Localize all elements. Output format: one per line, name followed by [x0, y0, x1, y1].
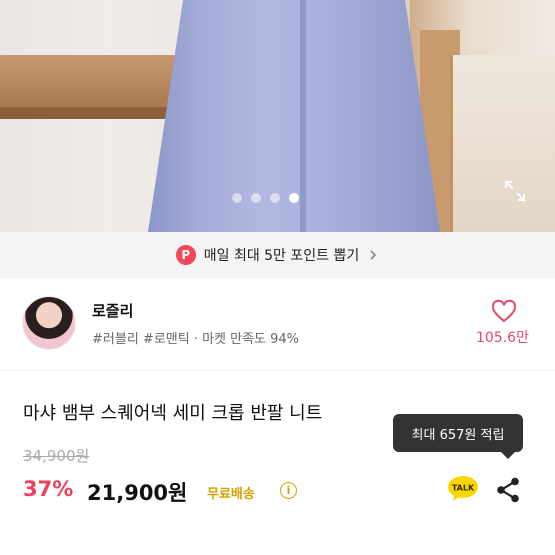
discount-rate: 37%	[23, 477, 74, 501]
photo-garment-placket	[300, 0, 306, 232]
share-icon[interactable]	[496, 477, 520, 503]
like-count: 105.6만	[476, 330, 529, 346]
photo-shelf	[0, 55, 175, 107]
seller-avatar[interactable]	[22, 296, 76, 350]
original-price: 34,900원	[23, 447, 90, 465]
seller-section: 로즐리 #러블리 #로맨틱 · 마켓 만족도 94% 105.6만	[0, 278, 555, 370]
product-image[interactable]	[0, 0, 555, 232]
image-pagination	[232, 193, 299, 203]
tooltip-text: 최대 657원 적립	[411, 427, 505, 443]
seller-tags: #러블리 #로맨틱 · 마켓 만족도 94%	[92, 332, 300, 347]
pagination-dot[interactable]	[251, 193, 261, 203]
talk-icon[interactable]: TALK	[447, 475, 479, 503]
photo-shelf-edge	[0, 107, 175, 119]
section-divider	[0, 370, 555, 371]
talk-label: TALK	[452, 484, 475, 493]
chevron-right-icon	[370, 250, 377, 260]
expand-icon[interactable]	[503, 179, 527, 203]
banner-text: 매일 최대 5만 포인트 뽑기	[203, 248, 360, 264]
heart-icon[interactable]	[490, 298, 518, 324]
pagination-dot[interactable]	[232, 193, 242, 203]
sale-price: 21,900원	[87, 481, 188, 505]
info-icon[interactable]: i	[280, 482, 297, 499]
pagination-dot[interactable]	[270, 193, 280, 203]
point-event-banner[interactable]: P 매일 최대 5만 포인트 뽑기	[0, 232, 555, 278]
seller-name[interactable]: 로즐리	[92, 300, 133, 321]
free-shipping-label: 무료배송	[207, 487, 255, 502]
pagination-dot-active[interactable]	[289, 193, 299, 203]
photo-cabinet-door	[450, 55, 555, 232]
point-badge-icon: P	[175, 245, 196, 265]
reward-tooltip: 최대 657원 적립	[393, 414, 523, 459]
product-title: 마샤 뱀부 스퀘어넥 세미 크롭 반팔 니트	[23, 403, 323, 424]
